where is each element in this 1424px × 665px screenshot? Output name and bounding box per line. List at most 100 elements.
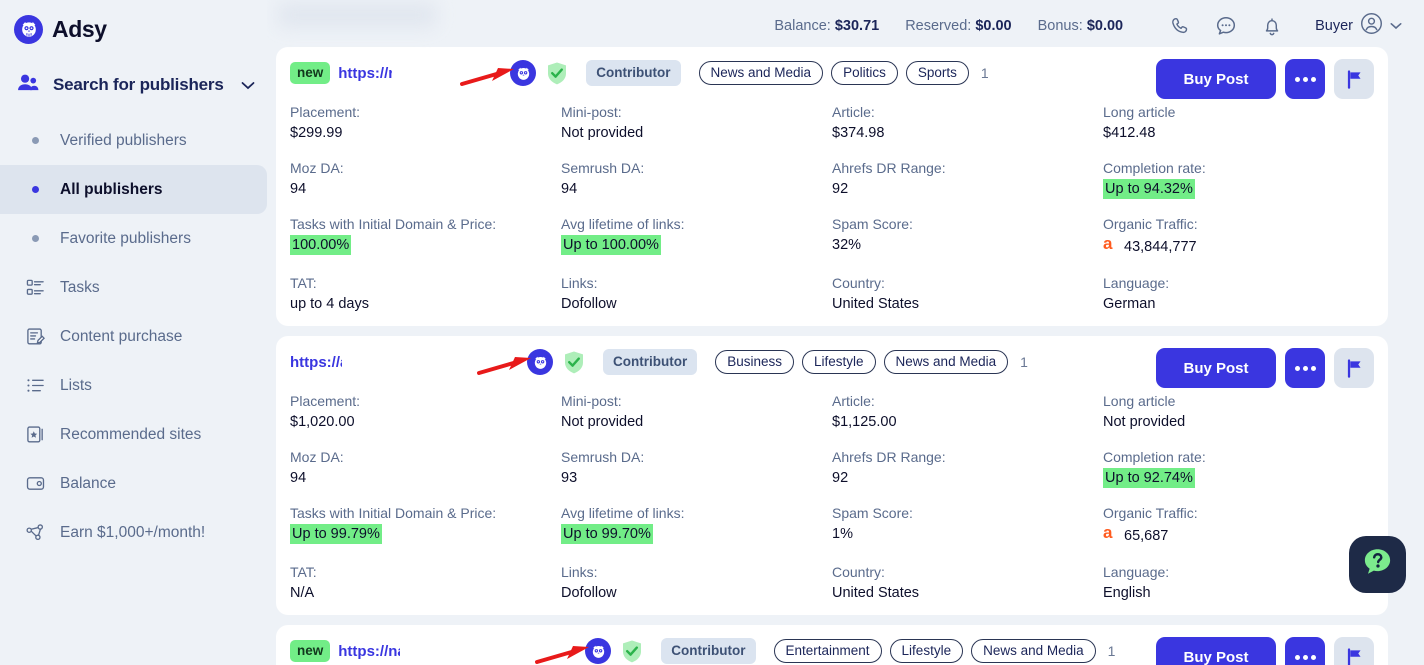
metric-long-article: Long article $412.48 bbox=[1103, 102, 1374, 143]
chevron-down-icon bbox=[1390, 17, 1402, 35]
card-actions: Buy Post bbox=[1156, 637, 1374, 665]
category-pill[interactable]: Sports bbox=[905, 61, 969, 85]
reserved-value: $0.00 bbox=[975, 18, 1012, 34]
sidebar-item-recommended-sites[interactable]: Recommended sites bbox=[0, 410, 267, 459]
buy-post-button[interactable]: Buy Post bbox=[1156, 348, 1276, 388]
flag-button[interactable] bbox=[1334, 637, 1374, 665]
app-root: Adsy Search for publishers Verified publ… bbox=[0, 0, 1424, 665]
sidebar-item-verified-publishers[interactable]: Verified publishers bbox=[0, 116, 267, 165]
new-badge: new bbox=[290, 62, 331, 84]
category-pill[interactable]: News and Media bbox=[883, 350, 1009, 374]
owl-badge-group bbox=[477, 349, 553, 375]
metric-value: Dofollow bbox=[561, 296, 617, 312]
chat-icon[interactable] bbox=[1211, 11, 1241, 41]
more-options-button[interactable] bbox=[1285, 637, 1325, 665]
metric-label: Completion rate: bbox=[1103, 449, 1206, 465]
category-pill[interactable]: Lifestyle bbox=[802, 350, 876, 374]
verified-shield-icon[interactable] bbox=[546, 61, 568, 86]
metric-value: 92 bbox=[832, 181, 849, 197]
sidebar-item-favorite-publishers[interactable]: Favorite publishers bbox=[0, 214, 267, 263]
sidebar-item-balance[interactable]: Balance bbox=[0, 459, 267, 508]
publisher-card: https://a bbox=[276, 336, 1388, 615]
metric-placement: Placement: $1,020.00 bbox=[290, 391, 561, 432]
metric-spam-score: Spam Score: 32% bbox=[832, 214, 1103, 258]
metric-value: Up to 99.70% bbox=[561, 524, 653, 544]
metric-label: Semrush DA: bbox=[561, 160, 645, 176]
flag-button[interactable] bbox=[1334, 348, 1374, 388]
buy-post-button[interactable]: Buy Post bbox=[1156, 637, 1276, 665]
help-widget-button[interactable] bbox=[1349, 536, 1406, 593]
brand-logo-area[interactable]: Adsy bbox=[0, 0, 267, 48]
reserved-amount: Reserved: $0.00 bbox=[905, 18, 1011, 34]
extra-categories-count: 1 bbox=[1107, 643, 1116, 659]
metric-value: 94 bbox=[290, 181, 307, 197]
red-arrow-annotation-icon bbox=[535, 642, 593, 665]
metric-label: Country: bbox=[832, 275, 885, 291]
dot-icon bbox=[24, 186, 46, 193]
metric-value: 94 bbox=[290, 470, 307, 486]
metric-moz-da: Moz DA: 94 bbox=[290, 158, 561, 199]
metric-value: Not provided bbox=[561, 125, 644, 141]
sidebar-item-content-purchase[interactable]: Content purchase bbox=[0, 312, 267, 361]
flag-button[interactable] bbox=[1334, 59, 1374, 99]
contributor-tag: Contributor bbox=[661, 638, 756, 664]
ahrefs-icon: a bbox=[1103, 523, 1117, 547]
category-pill[interactable]: News and Media bbox=[698, 61, 824, 85]
sidebar-item-tasks[interactable]: Tasks bbox=[0, 263, 267, 312]
svg-text:a: a bbox=[1103, 235, 1113, 252]
sidebar-item-label: Content purchase bbox=[60, 327, 183, 345]
metric-mini-post: Mini-post: Not provided bbox=[561, 102, 832, 143]
sidebar-item-label: All publishers bbox=[60, 180, 163, 198]
new-badge: new bbox=[290, 640, 331, 662]
metric-value: 92 bbox=[832, 470, 849, 486]
verified-shield-icon[interactable] bbox=[563, 350, 585, 375]
category-pill[interactable]: Business bbox=[715, 350, 795, 374]
bell-icon[interactable] bbox=[1257, 11, 1287, 41]
buy-post-button[interactable]: Buy Post bbox=[1156, 59, 1276, 99]
metric-completion-rate: Completion rate: Up to 92.74% bbox=[1103, 447, 1374, 488]
sidebar-item-earn[interactable]: Earn $1,000+/month! bbox=[0, 508, 267, 557]
people-icon bbox=[17, 73, 40, 97]
metric-tat: TAT: N/A bbox=[290, 562, 561, 603]
bonus-label: Bonus: bbox=[1037, 18, 1083, 34]
category-pill[interactable]: Lifestyle bbox=[889, 639, 964, 663]
publisher-url-link[interactable]: https://a bbox=[290, 354, 342, 371]
phone-icon[interactable] bbox=[1165, 11, 1195, 41]
metric-links: Links: Dofollow bbox=[561, 273, 832, 314]
search-for-publishers-toggle[interactable]: Search for publishers bbox=[0, 62, 267, 108]
list-icon bbox=[24, 376, 46, 395]
metric-links: Links: Dofollow bbox=[561, 562, 832, 603]
metric-avg-lifetime: Avg lifetime of links: Up to 99.70% bbox=[561, 503, 832, 547]
metric-value: German bbox=[1103, 296, 1156, 312]
metric-organic-traffic: Organic Traffic: a 65,687 bbox=[1103, 503, 1374, 547]
owl-badge-group bbox=[535, 638, 612, 664]
metric-value: Not provided bbox=[1103, 414, 1186, 430]
sidebar-item-label: Lists bbox=[60, 376, 92, 394]
metric-value: Up to 94.32% bbox=[1103, 179, 1195, 199]
more-options-button[interactable] bbox=[1285, 59, 1325, 99]
card-actions: Buy Post bbox=[1156, 348, 1374, 388]
metric-ahrefs-dr: Ahrefs DR Range: 92 bbox=[832, 158, 1103, 199]
category-pill[interactable]: News and Media bbox=[971, 639, 1096, 663]
metric-value: Dofollow bbox=[561, 585, 617, 601]
metric-value: $412.48 bbox=[1103, 125, 1156, 141]
wallet-icon bbox=[24, 474, 46, 493]
sidebar-item-lists[interactable]: Lists bbox=[0, 361, 267, 410]
metric-value: $1,125.00 bbox=[832, 414, 897, 430]
balance-amount: Balance: $30.71 bbox=[774, 18, 879, 34]
category-pill[interactable]: Politics bbox=[831, 61, 898, 85]
more-options-button[interactable] bbox=[1285, 348, 1325, 388]
publisher-url-link[interactable]: https://r bbox=[338, 65, 392, 82]
category-pill[interactable]: Entertainment bbox=[773, 639, 882, 663]
metric-value-wrap: a 43,844,777 bbox=[1103, 234, 1362, 258]
verified-shield-icon[interactable] bbox=[621, 639, 643, 664]
metric-label: Article: bbox=[832, 393, 875, 409]
sidebar-item-all-publishers[interactable]: All publishers bbox=[0, 165, 267, 214]
metric-semrush-da: Semrush DA: 93 bbox=[561, 447, 832, 488]
user-menu[interactable]: Buyer bbox=[1315, 12, 1402, 40]
publisher-url-link[interactable]: https://na bbox=[338, 643, 400, 660]
metric-value: 1% bbox=[832, 526, 853, 542]
metric-value: 93 bbox=[561, 470, 578, 486]
metric-label: TAT: bbox=[290, 564, 317, 580]
user-role-label: Buyer bbox=[1315, 18, 1353, 34]
